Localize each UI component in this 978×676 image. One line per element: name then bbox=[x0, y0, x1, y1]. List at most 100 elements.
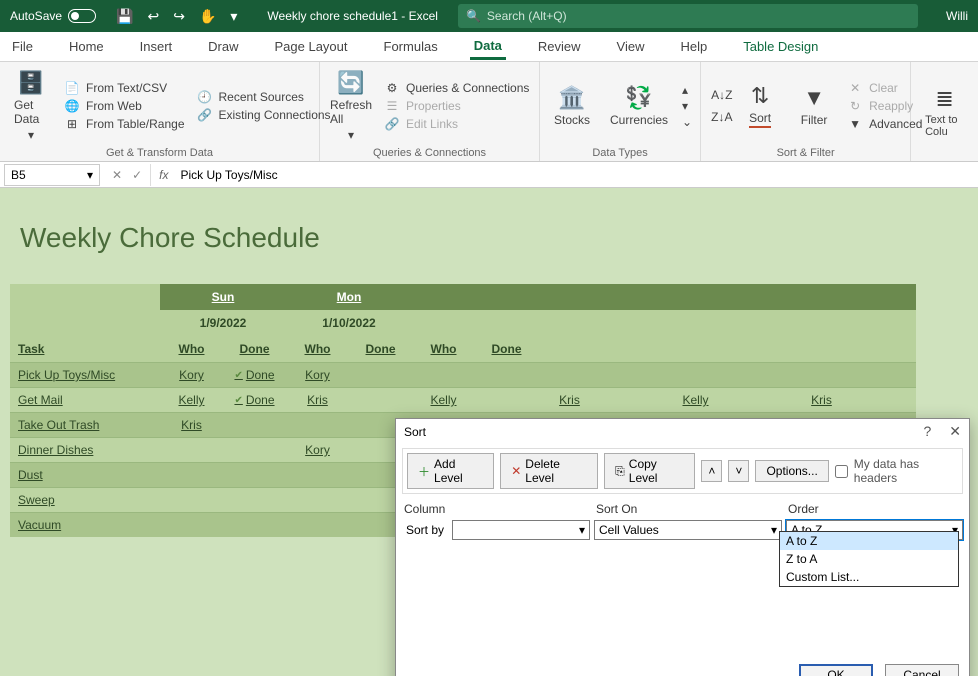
data-cell[interactable] bbox=[475, 387, 538, 412]
sort-button[interactable]: ⇅Sort bbox=[737, 66, 783, 145]
add-level-button[interactable]: ＋Add Level bbox=[407, 453, 494, 489]
data-cell[interactable] bbox=[790, 362, 853, 387]
task-cell[interactable]: Dust bbox=[10, 462, 160, 487]
move-up-button[interactable]: ˄ bbox=[701, 460, 722, 482]
enter-icon[interactable]: ✓ bbox=[132, 168, 142, 182]
user-name[interactable]: Willi bbox=[936, 9, 978, 23]
ok-button[interactable]: OK bbox=[799, 664, 873, 676]
tab-formulas[interactable]: Formulas bbox=[380, 35, 442, 58]
data-cell[interactable] bbox=[160, 512, 223, 537]
existing-connections-button[interactable]: 🔗Existing Connections bbox=[195, 107, 333, 123]
worksheet[interactable]: Weekly Chore Schedule SunMon1/9/20221/10… bbox=[0, 188, 978, 676]
done-cell[interactable]: ✔Done bbox=[223, 387, 286, 412]
tab-draw[interactable]: Draw bbox=[204, 35, 242, 58]
undo-icon[interactable]: ↩ bbox=[147, 8, 159, 25]
done-cell[interactable]: ✔Done bbox=[223, 362, 286, 387]
tab-insert[interactable]: Insert bbox=[136, 35, 177, 58]
refresh-all-button[interactable]: 🔄 Refresh All ▾ bbox=[328, 66, 374, 145]
data-cell[interactable] bbox=[475, 362, 538, 387]
options-button[interactable]: Options... bbox=[755, 460, 828, 482]
data-cell[interactable] bbox=[601, 387, 664, 412]
data-cell[interactable] bbox=[601, 362, 664, 387]
cancel-button[interactable]: Cancel bbox=[885, 664, 959, 676]
text-to-columns-button[interactable]: ≣Text to Colu bbox=[919, 66, 970, 157]
data-cell[interactable] bbox=[223, 412, 286, 437]
data-cell[interactable] bbox=[223, 462, 286, 487]
sort-column-combo[interactable]: ▾ bbox=[452, 520, 590, 540]
data-cell[interactable] bbox=[412, 362, 475, 387]
autosave-toggle[interactable]: AutoSave bbox=[0, 9, 106, 23]
redo-icon[interactable]: ↪ bbox=[173, 8, 185, 25]
from-text-csv-button[interactable]: 📄From Text/CSV bbox=[62, 80, 187, 96]
data-cell[interactable] bbox=[853, 362, 916, 387]
tab-view[interactable]: View bbox=[613, 35, 649, 58]
headers-checkbox[interactable]: My data has headers bbox=[835, 457, 958, 485]
fx-icon[interactable]: fx bbox=[151, 168, 176, 182]
task-cell[interactable]: Take Out Trash bbox=[10, 412, 160, 437]
currencies-button[interactable]: 💱Currencies bbox=[604, 66, 674, 145]
data-cell[interactable] bbox=[286, 462, 349, 487]
data-cell[interactable]: Kris bbox=[790, 387, 853, 412]
data-cell[interactable]: Kelly bbox=[664, 387, 727, 412]
data-cell[interactable] bbox=[538, 362, 601, 387]
task-cell[interactable]: Sweep bbox=[10, 487, 160, 512]
tab-file[interactable]: File bbox=[8, 35, 37, 58]
data-cell[interactable] bbox=[349, 387, 412, 412]
copy-level-button[interactable]: ⎘Copy Level bbox=[604, 453, 695, 489]
data-cell[interactable] bbox=[853, 387, 916, 412]
save-icon[interactable]: 💾 bbox=[116, 8, 133, 25]
help-icon[interactable]: ? bbox=[923, 423, 931, 440]
queries-connections-button[interactable]: ⚙Queries & Connections bbox=[382, 80, 531, 96]
tab-help[interactable]: Help bbox=[676, 35, 711, 58]
tab-table-design[interactable]: Table Design bbox=[739, 35, 822, 58]
search-box[interactable]: 🔍 Search (Alt+Q) bbox=[458, 4, 918, 28]
touch-mode-icon[interactable]: ✋ bbox=[199, 8, 216, 25]
data-cell[interactable] bbox=[160, 462, 223, 487]
sort-desc-button[interactable]: Z↓A bbox=[709, 109, 729, 125]
order-option-atoz[interactable]: A to Z bbox=[780, 532, 958, 550]
data-cell[interactable] bbox=[223, 487, 286, 512]
tab-page-layout[interactable]: Page Layout bbox=[271, 35, 352, 58]
data-cell[interactable] bbox=[160, 437, 223, 462]
data-cell[interactable]: Kelly bbox=[412, 387, 475, 412]
data-cell[interactable] bbox=[223, 512, 286, 537]
stocks-button[interactable]: 🏛️Stocks bbox=[548, 66, 596, 145]
data-cell[interactable] bbox=[664, 362, 727, 387]
task-cell[interactable]: Get Mail bbox=[10, 387, 160, 412]
chevron-down-icon[interactable]: ▾ bbox=[230, 8, 237, 25]
data-cell[interactable]: Kris bbox=[160, 412, 223, 437]
task-cell[interactable]: Dinner Dishes bbox=[10, 437, 160, 462]
task-cell[interactable]: Vacuum bbox=[10, 512, 160, 537]
from-table-range-button[interactable]: ⊞From Table/Range bbox=[62, 116, 187, 132]
formula-input[interactable]: Pick Up Toys/Misc bbox=[176, 168, 978, 182]
tab-home[interactable]: Home bbox=[65, 35, 108, 58]
cancel-icon[interactable]: ✕ bbox=[112, 168, 122, 182]
data-cell[interactable] bbox=[223, 437, 286, 462]
data-cell[interactable]: Kris bbox=[538, 387, 601, 412]
from-web-button[interactable]: 🌐From Web bbox=[62, 98, 187, 114]
get-data-button[interactable]: 🗄️ Get Data ▾ bbox=[8, 66, 54, 145]
delete-level-button[interactable]: ✕Delete Level bbox=[500, 453, 598, 489]
data-cell[interactable] bbox=[286, 412, 349, 437]
order-option-ztoa[interactable]: Z to A bbox=[780, 550, 958, 568]
tab-data[interactable]: Data bbox=[470, 34, 506, 60]
filter-button[interactable]: ▼Filter bbox=[791, 66, 837, 145]
data-cell[interactable] bbox=[286, 512, 349, 537]
name-box[interactable]: B5 ▾ bbox=[4, 164, 100, 186]
data-cell[interactable] bbox=[160, 487, 223, 512]
recent-sources-button[interactable]: 🕘Recent Sources bbox=[195, 89, 333, 105]
order-option-custom[interactable]: Custom List... bbox=[780, 568, 958, 586]
data-cell[interactable] bbox=[727, 362, 790, 387]
tab-review[interactable]: Review bbox=[534, 35, 585, 58]
data-cell[interactable]: Kory bbox=[286, 437, 349, 462]
datatypes-scroll[interactable]: ▴▾⌄ bbox=[682, 66, 692, 145]
data-cell[interactable] bbox=[727, 387, 790, 412]
data-cell[interactable]: Kory bbox=[286, 362, 349, 387]
data-cell[interactable]: Kory bbox=[160, 362, 223, 387]
sort-asc-button[interactable]: A↓Z bbox=[709, 87, 729, 103]
move-down-button[interactable]: ˅ bbox=[728, 460, 749, 482]
close-icon[interactable]: ✕ bbox=[949, 423, 961, 440]
sort-on-combo[interactable]: Cell Values▾ bbox=[594, 520, 782, 540]
data-cell[interactable] bbox=[349, 362, 412, 387]
task-cell[interactable]: Pick Up Toys/Misc bbox=[10, 362, 160, 387]
